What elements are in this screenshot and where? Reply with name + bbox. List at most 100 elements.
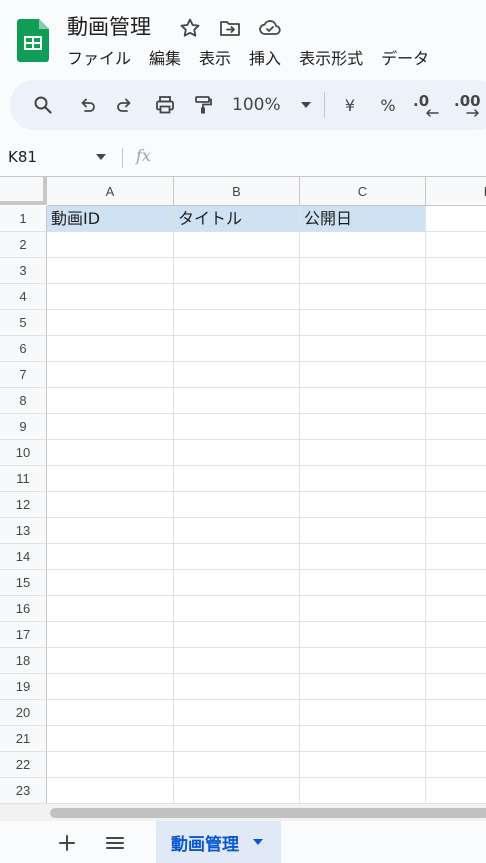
cell-b5[interactable] [174, 310, 300, 336]
cell-d22[interactable] [426, 752, 486, 778]
cell-c1[interactable]: 公開日 [300, 206, 426, 232]
cell-d10[interactable] [426, 440, 486, 466]
cell-b6[interactable] [174, 336, 300, 362]
cell-b1[interactable]: タイトル [174, 206, 300, 232]
menu-file[interactable]: ファイル [67, 47, 131, 71]
cell-c7[interactable] [300, 362, 426, 388]
cell-d3[interactable] [426, 258, 486, 284]
cell-d15[interactable] [426, 570, 486, 596]
horizontal-scrollbar[interactable] [0, 803, 486, 821]
cell-b8[interactable] [174, 388, 300, 414]
cell-b14[interactable] [174, 544, 300, 570]
cell-b10[interactable] [174, 440, 300, 466]
cell-c23[interactable] [300, 778, 426, 803]
cell-d1[interactable] [426, 206, 486, 232]
cell-c21[interactable] [300, 726, 426, 752]
row-header-3[interactable]: 3 [0, 258, 47, 284]
row-header-9[interactable]: 9 [0, 414, 47, 440]
menu-edit[interactable]: 編集 [149, 47, 181, 71]
row-header-4[interactable]: 4 [0, 284, 47, 310]
cell-a8[interactable] [47, 388, 174, 414]
cell-a19[interactable] [47, 674, 174, 700]
cell-d4[interactable] [426, 284, 486, 310]
row-header-6[interactable]: 6 [0, 336, 47, 362]
row-header-11[interactable]: 11 [0, 466, 47, 492]
column-header-b[interactable]: B [174, 177, 300, 206]
cell-c3[interactable] [300, 258, 426, 284]
row-header-15[interactable]: 15 [0, 570, 47, 596]
row-header-18[interactable]: 18 [0, 648, 47, 674]
menu-data[interactable]: データ [381, 47, 429, 71]
print-icon[interactable] [153, 93, 177, 117]
cell-a2[interactable] [47, 232, 174, 258]
cell-a17[interactable] [47, 622, 174, 648]
row-header-5[interactable]: 5 [0, 310, 47, 336]
cell-a10[interactable] [47, 440, 174, 466]
row-header-12[interactable]: 12 [0, 492, 47, 518]
cell-a9[interactable] [47, 414, 174, 440]
menu-format[interactable]: 表示形式 [299, 47, 363, 71]
cell-b21[interactable] [174, 726, 300, 752]
row-header-10[interactable]: 10 [0, 440, 47, 466]
cell-c18[interactable] [300, 648, 426, 674]
row-header-17[interactable]: 17 [0, 622, 47, 648]
cell-c2[interactable] [300, 232, 426, 258]
cell-a7[interactable] [47, 362, 174, 388]
column-header-c[interactable]: C [300, 177, 426, 206]
add-sheet-icon[interactable] [56, 832, 78, 854]
cell-a13[interactable] [47, 518, 174, 544]
cell-c14[interactable] [300, 544, 426, 570]
cell-a4[interactable] [47, 284, 174, 310]
cell-d11[interactable] [426, 466, 486, 492]
cell-b3[interactable] [174, 258, 300, 284]
all-sheets-menu-icon[interactable] [104, 832, 126, 854]
cell-a12[interactable] [47, 492, 174, 518]
cell-b19[interactable] [174, 674, 300, 700]
menu-insert[interactable]: 挿入 [249, 47, 281, 71]
menu-view[interactable]: 表示 [199, 47, 231, 71]
cell-a6[interactable] [47, 336, 174, 362]
undo-icon[interactable] [75, 93, 99, 117]
cell-a15[interactable] [47, 570, 174, 596]
cell-b23[interactable] [174, 778, 300, 803]
cell-d23[interactable] [426, 778, 486, 803]
row-header-16[interactable]: 16 [0, 596, 47, 622]
cell-d17[interactable] [426, 622, 486, 648]
cloud-saved-icon[interactable] [258, 16, 282, 40]
cell-d9[interactable] [426, 414, 486, 440]
cell-c20[interactable] [300, 700, 426, 726]
cell-d20[interactable] [426, 700, 486, 726]
cell-a21[interactable] [47, 726, 174, 752]
cell-a11[interactable] [47, 466, 174, 492]
search-icon[interactable] [31, 93, 55, 117]
cell-d12[interactable] [426, 492, 486, 518]
cell-d19[interactable] [426, 674, 486, 700]
zoom-select[interactable]: 100% [232, 93, 312, 117]
cell-d14[interactable] [426, 544, 486, 570]
cell-c5[interactable] [300, 310, 426, 336]
cell-d8[interactable] [426, 388, 486, 414]
cell-c12[interactable] [300, 492, 426, 518]
row-header-13[interactable]: 13 [0, 518, 47, 544]
cell-a16[interactable] [47, 596, 174, 622]
cell-a14[interactable] [47, 544, 174, 570]
cell-c6[interactable] [300, 336, 426, 362]
chevron-down-icon[interactable] [96, 154, 106, 160]
cell-b15[interactable] [174, 570, 300, 596]
cell-c17[interactable] [300, 622, 426, 648]
document-title[interactable]: 動画管理 [67, 13, 151, 41]
cell-b9[interactable] [174, 414, 300, 440]
row-header-20[interactable]: 20 [0, 700, 47, 726]
cell-b22[interactable] [174, 752, 300, 778]
row-header-22[interactable]: 22 [0, 752, 47, 778]
row-header-1[interactable]: 1 [0, 206, 47, 232]
cell-b7[interactable] [174, 362, 300, 388]
cell-a5[interactable] [47, 310, 174, 336]
decrease-decimal-button[interactable]: .0 [413, 93, 443, 117]
cell-a3[interactable] [47, 258, 174, 284]
row-header-14[interactable]: 14 [0, 544, 47, 570]
cell-d16[interactable] [426, 596, 486, 622]
cell-a1[interactable]: 動画ID [47, 206, 174, 232]
cell-c22[interactable] [300, 752, 426, 778]
cell-c11[interactable] [300, 466, 426, 492]
